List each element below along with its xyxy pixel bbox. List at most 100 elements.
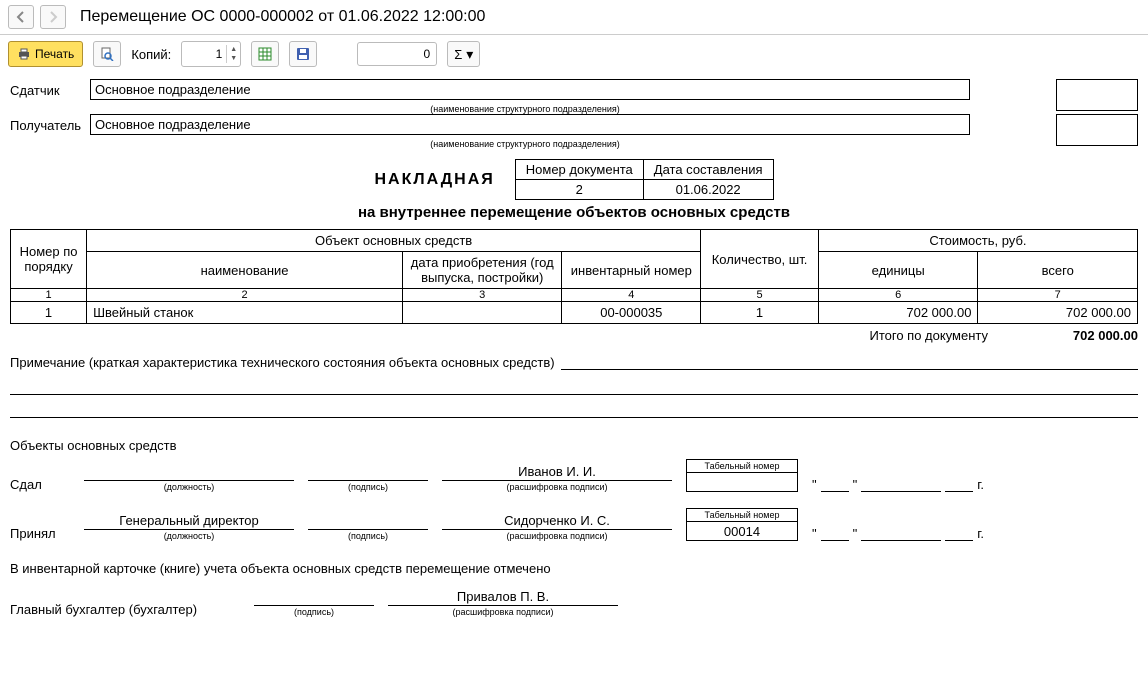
took-tabnum: 00014 (687, 522, 797, 540)
th-cost: Стоимость, руб. (818, 230, 1137, 252)
th-acq: дата приобретения (год выпуска, постройк… (402, 252, 562, 289)
docnum-label: Номер документа (515, 160, 643, 180)
header-table: Номер документа Дата составления 2 01.06… (515, 159, 774, 200)
row-qty: 1 (701, 302, 819, 324)
row-num: 1 (11, 302, 87, 324)
sender-sidebox (1056, 79, 1138, 111)
gave-decode-cap: (расшифровка подписи) (507, 482, 608, 492)
copies-down[interactable]: ▼ (227, 54, 240, 63)
sum-button[interactable]: Σ ▾ (447, 41, 480, 67)
th-object: Объект основных средств (87, 230, 701, 252)
took-year-suffix: г. (977, 526, 984, 541)
took-row: Принял Генеральный директор (должность) … (10, 508, 1138, 541)
receiver-label: Получатель (10, 118, 90, 135)
window-title: Перемещение ОС 0000-000002 от 01.06.2022… (80, 8, 485, 26)
gave-position-cap: (должность) (164, 482, 215, 492)
colnum-4: 4 (562, 289, 701, 302)
chief-row: Главный бухгалтер (бухгалтер) (подпись) … (10, 586, 1138, 617)
gave-sign (308, 461, 428, 481)
colnum-1: 1 (11, 289, 87, 302)
copies-up[interactable]: ▲ (227, 45, 240, 54)
copies-input[interactable] (182, 47, 226, 61)
forward-button[interactable] (40, 5, 66, 29)
sender-caption: (наименование структурного подразделения… (90, 104, 960, 114)
excel-button[interactable] (251, 41, 279, 67)
main-table: Номер по порядку Объект основных средств… (10, 229, 1138, 324)
title-bar: Перемещение ОС 0000-000002 от 01.06.2022… (0, 0, 1148, 35)
row-inv: 00-000035 (562, 302, 701, 324)
floppy-icon (296, 47, 310, 61)
totals-label: Итого по документу (869, 328, 988, 343)
took-year (945, 524, 973, 541)
gave-year (945, 475, 973, 492)
took-name: Сидорченко И. С. (442, 510, 672, 530)
chief-sign (254, 586, 374, 606)
copies-label: Копий: (131, 47, 171, 62)
th-total: всего (978, 252, 1138, 289)
th-inv: инвентарный номер (562, 252, 701, 289)
chief-name: Привалов П. В. (388, 586, 618, 606)
printer-icon (17, 47, 31, 61)
docnum-value: 2 (515, 180, 643, 200)
gave-month (861, 475, 941, 492)
note-label: Примечание (краткая характеристика техни… (10, 355, 555, 370)
note-line-3 (10, 401, 1138, 418)
gave-position (84, 461, 294, 481)
th-unit: единицы (818, 252, 978, 289)
took-label: Принял (10, 526, 70, 541)
row-unit: 702 000.00 (818, 302, 978, 324)
pages-input[interactable] (357, 42, 437, 66)
copies-spinner[interactable]: ▲ ▼ (181, 41, 241, 67)
took-month (861, 524, 941, 541)
date-value: 01.06.2022 (643, 180, 773, 200)
th-num: Номер по порядку (11, 230, 87, 289)
colnum-3: 3 (402, 289, 562, 302)
took-tabnum-box: Табельный номер 00014 (686, 508, 798, 541)
gave-tabnum-label: Табельный номер (687, 460, 797, 473)
card-note: В инвентарной карточке (книге) учета объ… (10, 561, 1138, 576)
gave-day (821, 475, 849, 492)
receiver-sidebox (1056, 114, 1138, 146)
receiver-value: Основное подразделение (90, 114, 970, 135)
gave-label: Сдал (10, 477, 70, 492)
colnum-5: 5 (701, 289, 819, 302)
save-button[interactable] (289, 41, 317, 67)
gave-tabnum-box: Табельный номер (686, 459, 798, 492)
gave-row: Сдал (должность) (подпись) Иванов И. И. … (10, 459, 1138, 492)
action-toolbar: Печать Копий: ▲ ▼ Σ ▾ (0, 35, 1148, 73)
note-line-2 (10, 378, 1138, 395)
took-date: "" г. (812, 524, 984, 541)
row-name: Швейный станок (87, 302, 403, 324)
preview-button[interactable] (93, 41, 121, 67)
sender-value: Основное подразделение (90, 79, 970, 100)
print-label: Печать (35, 47, 74, 61)
gave-sign-cap: (подпись) (348, 482, 388, 492)
note-row: Примечание (краткая характеристика техни… (10, 353, 1138, 370)
spreadsheet-icon (258, 47, 272, 61)
chief-label: Главный бухгалтер (бухгалтер) (10, 602, 240, 617)
chief-sign-cap: (подпись) (294, 607, 334, 617)
print-button[interactable]: Печать (8, 41, 83, 67)
totals-value: 702 000.00 (1028, 328, 1138, 343)
gave-date: "" г. (812, 475, 984, 492)
note-line (561, 353, 1138, 370)
gave-tabnum (687, 473, 797, 491)
took-tabnum-label: Табельный номер (687, 509, 797, 522)
colnum-7: 7 (978, 289, 1138, 302)
sender-label: Сдатчик (10, 83, 90, 100)
back-button[interactable] (8, 5, 34, 29)
table-row: 1 Швейный станок 00-000035 1 702 000.00 … (11, 302, 1138, 324)
date-label: Дата составления (643, 160, 773, 180)
gave-name: Иванов И. И. (442, 461, 672, 481)
document-body: Сдатчик Основное подразделение (наименов… (0, 73, 1148, 627)
took-position-cap: (должность) (164, 531, 215, 541)
objects-label: Объекты основных средств (10, 438, 1138, 453)
document-subtitle: на внутреннее перемещение объектов основ… (10, 204, 1138, 221)
took-position: Генеральный директор (84, 510, 294, 530)
took-sign-cap: (подпись) (348, 531, 388, 541)
took-sign (308, 510, 428, 530)
receiver-caption: (наименование структурного подразделения… (90, 139, 960, 149)
chief-decode-cap: (расшифровка подписи) (453, 607, 554, 617)
colnum-6: 6 (818, 289, 978, 302)
gave-year-suffix: г. (977, 477, 984, 492)
